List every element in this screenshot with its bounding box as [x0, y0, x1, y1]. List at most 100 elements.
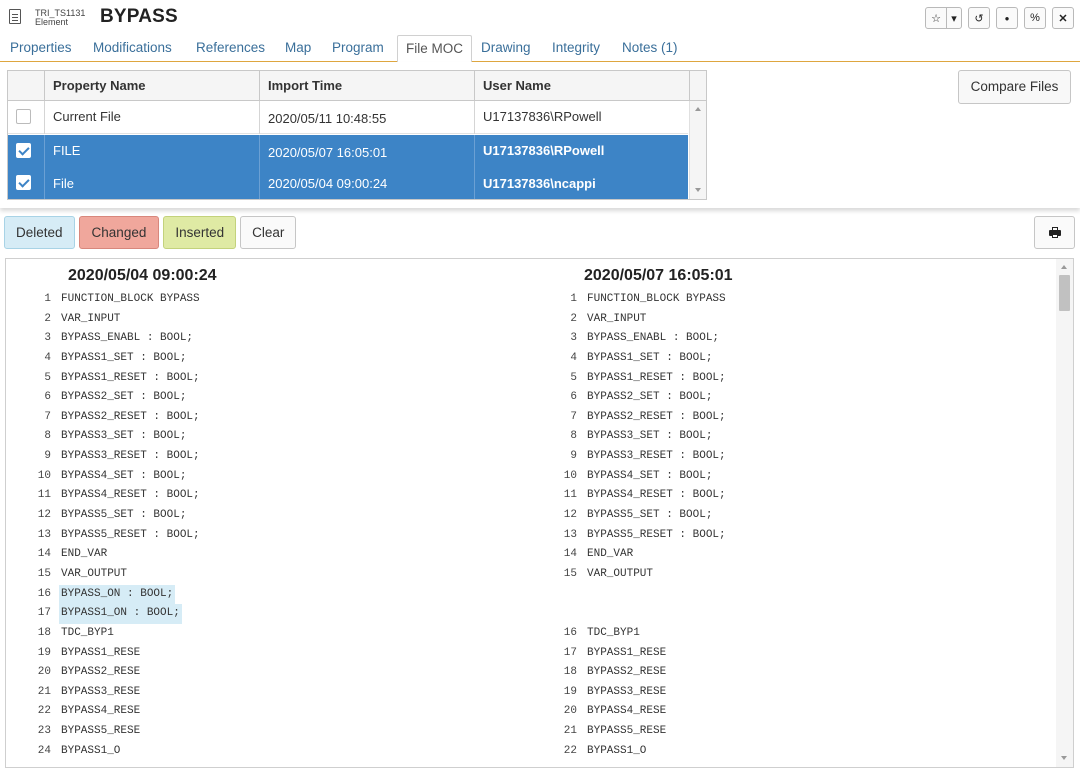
property-name-cell: Current File	[45, 101, 260, 134]
deleted-filter-button[interactable]: Deleted	[4, 216, 75, 249]
line-text: BYPASS3_RESET : BOOL;	[61, 450, 200, 463]
scroll-up-icon[interactable]	[1061, 265, 1067, 269]
import-time-cell: 2020/05/07 16:05:01	[260, 135, 475, 168]
tab-file-moc[interactable]: File MOC	[397, 35, 472, 63]
line-number: 11	[563, 489, 577, 502]
page-title: BYPASS	[100, 6, 178, 27]
row-checkbox[interactable]	[16, 109, 31, 124]
diff-legend: Deleted Changed Inserted Clear	[4, 216, 300, 249]
line-text: BYPASS2_RESET : BOOL;	[61, 410, 200, 423]
scroll-down-icon[interactable]	[1061, 756, 1067, 760]
tab-drawing[interactable]: Drawing	[473, 35, 539, 62]
line-number: 14	[563, 548, 577, 561]
expand-button[interactable]: ✕	[1052, 7, 1074, 29]
element-header: TRI_TS1131 Element BYPASS ☆ ▾ ↺ ● % ✕	[0, 0, 1080, 36]
tab-notes[interactable]: Notes (1)	[614, 35, 686, 62]
user-name-cell: U17137836\ncappi	[475, 168, 690, 199]
column-header-import-time[interactable]: Import Time	[260, 71, 475, 101]
link-button[interactable]: %	[1024, 7, 1046, 29]
line-number: 24	[37, 744, 51, 757]
link-icon: %	[1030, 12, 1040, 24]
diff-scrollbar[interactable]	[1056, 259, 1073, 767]
line-number: 7	[570, 410, 577, 423]
code-line: 2 VAR_INPUT	[542, 310, 728, 330]
row-checkbox[interactable]	[16, 143, 31, 158]
code-line: 9 BYPASS3_RESET : BOOL;	[542, 447, 728, 467]
code-line: 19 BYPASS1_RESE	[16, 644, 202, 664]
line-text: BYPASS1_RESE	[587, 646, 667, 659]
line-number: 3	[44, 332, 51, 345]
tab-modifications[interactable]: Modifications	[85, 35, 180, 62]
line-text: BYPASS5_SET : BOOL;	[61, 509, 187, 522]
line-number: 6	[44, 391, 51, 404]
line-number: 4	[44, 351, 51, 364]
line-number: 8	[44, 430, 51, 443]
tab-integrity[interactable]: Integrity	[544, 35, 608, 62]
code-line: 1 FUNCTION_BLOCK BYPASS	[542, 290, 728, 310]
tab-map[interactable]: Map	[277, 35, 319, 62]
code-line: 2 VAR_INPUT	[16, 310, 202, 330]
line-number: 18	[37, 626, 51, 639]
line-text: BYPASS1_RESE	[61, 646, 141, 659]
history-button[interactable]: ↺	[968, 7, 990, 29]
column-header-property-name[interactable]: Property Name	[45, 71, 260, 101]
code-line: 3 BYPASS_ENABL : BOOL;	[16, 329, 202, 349]
favorite-dropdown-button[interactable]: ▾	[946, 7, 962, 29]
header-actions: ☆ ▾ ↺ ● % ✕	[925, 7, 1074, 29]
line-text: BYPASS2_SET : BOOL;	[587, 391, 713, 404]
line-number: 10	[563, 469, 577, 482]
tab-program[interactable]: Program	[324, 35, 392, 62]
scroll-thumb[interactable]	[1059, 275, 1070, 311]
scroll-down-icon[interactable]	[695, 188, 701, 192]
code-line: 13 BYPASS5_RESET : BOOL;	[16, 526, 202, 546]
locate-button[interactable]: ●	[996, 7, 1018, 29]
tab-references[interactable]: References	[188, 35, 273, 62]
row-checkbox[interactable]	[16, 175, 31, 190]
clear-filter-button[interactable]: Clear	[240, 216, 297, 249]
code-line: 18 TDC_BYP1	[16, 624, 202, 644]
diff-viewer[interactable]: 2020/05/04 09:00:24 1 FUNCTION_BLOCK BYPA…	[5, 258, 1074, 768]
code-line: 7 BYPASS2_RESET : BOOL;	[16, 408, 202, 428]
line-number: 12	[37, 509, 51, 522]
column-header-user-name[interactable]: User Name	[475, 71, 690, 101]
code-line: 18 BYPASS2_RESE	[542, 663, 728, 683]
code-line: 19 BYPASS3_RESE	[542, 683, 728, 703]
line-number: 21	[37, 685, 51, 698]
line-text: BYPASS3_SET : BOOL;	[587, 430, 713, 443]
tab-bar: Properties Modifications References Map …	[0, 35, 1080, 63]
line-text: BYPASS2_RESET : BOOL;	[587, 410, 726, 423]
line-number: 17	[563, 646, 577, 659]
print-button[interactable]	[1034, 216, 1075, 249]
table-row[interactable]: Current File 2020/05/11 10:48:55 U171378…	[8, 101, 690, 134]
line-text: BYPASS2_RESE	[587, 666, 667, 679]
table-row[interactable]: File 2020/05/04 09:00:24 U17137836\ncapp…	[8, 168, 690, 199]
code-line: 10 BYPASS4_SET : BOOL;	[16, 467, 202, 487]
line-number: 20	[563, 705, 577, 718]
table-row[interactable]: FILE 2020/05/07 16:05:01 U17137836\RPowe…	[8, 135, 690, 168]
line-text: BYPASS5_SET : BOOL;	[587, 509, 713, 522]
inserted-filter-button[interactable]: Inserted	[163, 216, 237, 249]
tab-properties[interactable]: Properties	[2, 35, 80, 62]
code-line: 10 BYPASS4_SET : BOOL;	[542, 467, 728, 487]
changed-filter-button[interactable]: Changed	[78, 216, 160, 249]
line-text: BYPASS1_O	[61, 744, 121, 757]
line-number: 3	[570, 332, 577, 345]
line-text: TDC_BYP1	[61, 626, 114, 639]
scroll-up-icon[interactable]	[695, 107, 701, 111]
import-time-cell: 2020/05/04 09:00:24	[260, 168, 475, 199]
right-version-title: 2020/05/07 16:05:01	[584, 267, 733, 284]
line-number: 17	[37, 607, 51, 620]
favorite-button[interactable]: ☆	[925, 7, 947, 29]
compare-files-button[interactable]: Compare Files	[958, 70, 1071, 104]
code-line: 16 BYPASS_ON : BOOL;	[16, 584, 202, 605]
user-name-cell: U17137836\RPowell	[475, 135, 690, 168]
code-line: 21 BYPASS5_RESE	[542, 722, 728, 742]
code-line: 17 BYPASS1_RESE	[542, 644, 728, 664]
chevron-down-icon: ▾	[951, 12, 957, 25]
line-text: VAR_INPUT	[61, 312, 121, 325]
table-scrollbar[interactable]	[689, 101, 706, 199]
code-line: 6 BYPASS2_SET : BOOL;	[542, 388, 728, 408]
line-text: BYPASS5_RESET : BOOL;	[587, 528, 726, 541]
line-number: 7	[44, 410, 51, 423]
line-number: 6	[570, 391, 577, 404]
